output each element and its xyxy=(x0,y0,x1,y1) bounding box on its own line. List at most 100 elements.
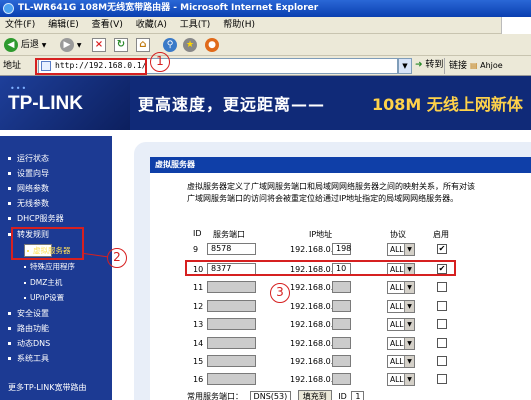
enable-checkbox[interactable] xyxy=(437,338,447,348)
address-dropdown-icon[interactable]: ▼ xyxy=(398,58,412,74)
service-port-input[interactable] xyxy=(207,337,256,349)
ip-last-octet-input[interactable] xyxy=(332,337,351,349)
sidebar-item-routing[interactable]: 路由功能 xyxy=(8,323,49,334)
common-ports-row: 常用服务端口： DNS(53) 填充到 ID 1 xyxy=(187,390,365,400)
sidebar-item-ddns[interactable]: 动态DNS xyxy=(8,338,50,349)
search-icon: ⚲ xyxy=(163,37,177,52)
protocol-value: ALL xyxy=(390,302,404,311)
back-label: 后退 xyxy=(20,40,39,50)
menu-file[interactable]: 文件(F) xyxy=(0,17,40,34)
window-title-bar: TL-WR641G 108M无线宽带路由器 - Microsoft Intern… xyxy=(0,0,531,17)
panel-title: 虚拟服务器 xyxy=(150,157,531,173)
refresh-icon: ↻ xyxy=(114,37,128,52)
protocol-select[interactable]: ALL ▼ xyxy=(387,243,415,256)
ip-last-octet-input[interactable] xyxy=(332,300,351,312)
ip-last-octet-input[interactable]: 198 xyxy=(332,243,351,255)
link-item-ahjoe[interactable]: ▤ Ahjoe xyxy=(470,59,503,73)
protocol-select[interactable]: ALL ▼ xyxy=(387,337,415,350)
window-title: TL-WR641G 108M无线宽带路由器 - Microsoft Intern… xyxy=(18,3,319,13)
enable-checkbox[interactable] xyxy=(437,282,447,292)
dropdown-arrow-icon: ▼ xyxy=(404,244,414,255)
banner-slogan-highlight: 108M 无线上网新体 xyxy=(372,95,523,114)
brand-logo: TP-LINK xyxy=(8,93,83,114)
service-port-input[interactable] xyxy=(207,281,256,293)
service-port-input[interactable] xyxy=(207,373,256,385)
annotation-marker-3: 3 xyxy=(270,283,290,303)
sidebar-item-wizard[interactable]: 设置向导 xyxy=(8,168,49,179)
sidebar-item-dmz[interactable]: DMZ主机 xyxy=(24,277,62,288)
dropdown-arrow-icon: ▼ xyxy=(404,282,414,293)
protocol-value: ALL xyxy=(390,357,404,366)
header-port: 服务端口 xyxy=(213,230,245,239)
sidebar-help-text: 更多TP-LINK宽带路由 xyxy=(8,383,87,392)
protocol-select[interactable]: ALL ▼ xyxy=(387,318,415,331)
refresh-button[interactable]: ↻ xyxy=(114,37,128,53)
ip-prefix: 192.168.0. xyxy=(290,320,334,329)
stop-button[interactable]: × xyxy=(92,37,106,53)
service-port-input[interactable] xyxy=(207,355,256,367)
search-button[interactable]: ⚲ xyxy=(163,37,177,53)
service-port-input[interactable]: 8578 xyxy=(207,243,256,255)
service-port-input[interactable] xyxy=(207,300,256,312)
menu-view[interactable]: 查看(V) xyxy=(87,17,128,34)
sidebar-item-network[interactable]: 网络参数 xyxy=(8,183,49,194)
ip-last-octet-input[interactable] xyxy=(332,318,351,330)
toolbar: ◀ 后退 ▼ ▶ ▼ × ↻ ⌂ ⚲ ★ ● xyxy=(0,34,531,56)
menu-favorites[interactable]: 收藏(A) xyxy=(131,17,172,34)
menu-bar: 文件(F) 编辑(E) 查看(V) 收藏(A) 工具(T) 帮助(H) xyxy=(0,17,531,34)
ip-prefix: 192.168.0. xyxy=(290,339,334,348)
service-port-input[interactable] xyxy=(207,318,256,330)
go-arrow-icon: ➜ xyxy=(415,60,423,70)
ip-prefix: 192.168.0. xyxy=(290,245,334,254)
header-id: ID xyxy=(193,229,202,238)
link-page-icon: ▤ xyxy=(470,61,478,70)
menu-edit[interactable]: 编辑(E) xyxy=(43,17,84,34)
back-button[interactable]: ◀ 后退 ▼ xyxy=(4,37,46,53)
dropdown-arrow-icon: ▼ xyxy=(404,374,414,385)
protocol-select[interactable]: ALL ▼ xyxy=(387,281,415,294)
home-button[interactable]: ⌂ xyxy=(136,37,150,53)
annotation-marker-2: 2 xyxy=(107,248,127,268)
enable-checkbox[interactable] xyxy=(437,356,447,366)
protocol-select[interactable]: ALL ▼ xyxy=(387,373,415,386)
dropdown-arrow-icon: ▼ xyxy=(404,301,414,312)
favorites-button[interactable]: ★ xyxy=(183,37,197,53)
fill-id-select[interactable]: 1 xyxy=(351,391,365,400)
forward-button[interactable]: ▶ ▼ xyxy=(60,37,82,53)
fill-button[interactable]: 填充到 xyxy=(297,390,332,400)
sidebar-item-upnp[interactable]: UPnP设置 xyxy=(24,292,64,303)
annotation-box-address xyxy=(35,58,147,75)
media-button[interactable]: ● xyxy=(205,37,219,53)
go-button[interactable]: ➜ 转到 xyxy=(415,58,443,72)
sidebar-item-system-tools[interactable]: 系统工具 xyxy=(8,353,49,364)
sidebar-item-dhcp[interactable]: DHCP服务器 xyxy=(8,213,64,224)
enable-checkbox[interactable]: ✔ xyxy=(437,244,447,254)
enable-checkbox[interactable] xyxy=(437,301,447,311)
protocol-value: ALL xyxy=(390,320,404,329)
menu-tools[interactable]: 工具(T) xyxy=(175,17,216,34)
annotation-marker-1: 1 xyxy=(150,52,170,72)
ip-last-octet-input[interactable] xyxy=(332,355,351,367)
row-id: 14 xyxy=(193,339,204,348)
links-label[interactable]: 链接 xyxy=(449,59,467,73)
protocol-value: ALL xyxy=(390,375,404,384)
protocol-value: ALL xyxy=(390,283,404,292)
ip-last-octet-input[interactable] xyxy=(332,373,351,385)
enable-checkbox[interactable] xyxy=(437,319,447,329)
sidebar-item-wireless[interactable]: 无线参数 xyxy=(8,198,49,209)
sidebar-item-special-apps[interactable]: 特殊应用程序 xyxy=(24,261,75,272)
ip-prefix: 192.168.0. xyxy=(290,357,334,366)
enable-checkbox[interactable] xyxy=(437,374,447,384)
sidebar-item-security[interactable]: 安全设置 xyxy=(8,308,49,319)
header-protocol: 协议 xyxy=(390,230,406,239)
back-arrow-icon: ◀ xyxy=(4,37,18,52)
menu-help[interactable]: 帮助(H) xyxy=(218,17,260,34)
sidebar-item-status[interactable]: 运行状态 xyxy=(8,153,49,164)
protocol-select[interactable]: ALL ▼ xyxy=(387,355,415,368)
row-id: 9 xyxy=(193,245,199,254)
ip-last-octet-input[interactable] xyxy=(332,281,351,293)
common-ports-select[interactable]: DNS(53) xyxy=(249,391,292,400)
go-label: 转到 xyxy=(425,60,444,70)
favorites-star-icon: ★ xyxy=(183,37,197,52)
protocol-select[interactable]: ALL ▼ xyxy=(387,300,415,313)
